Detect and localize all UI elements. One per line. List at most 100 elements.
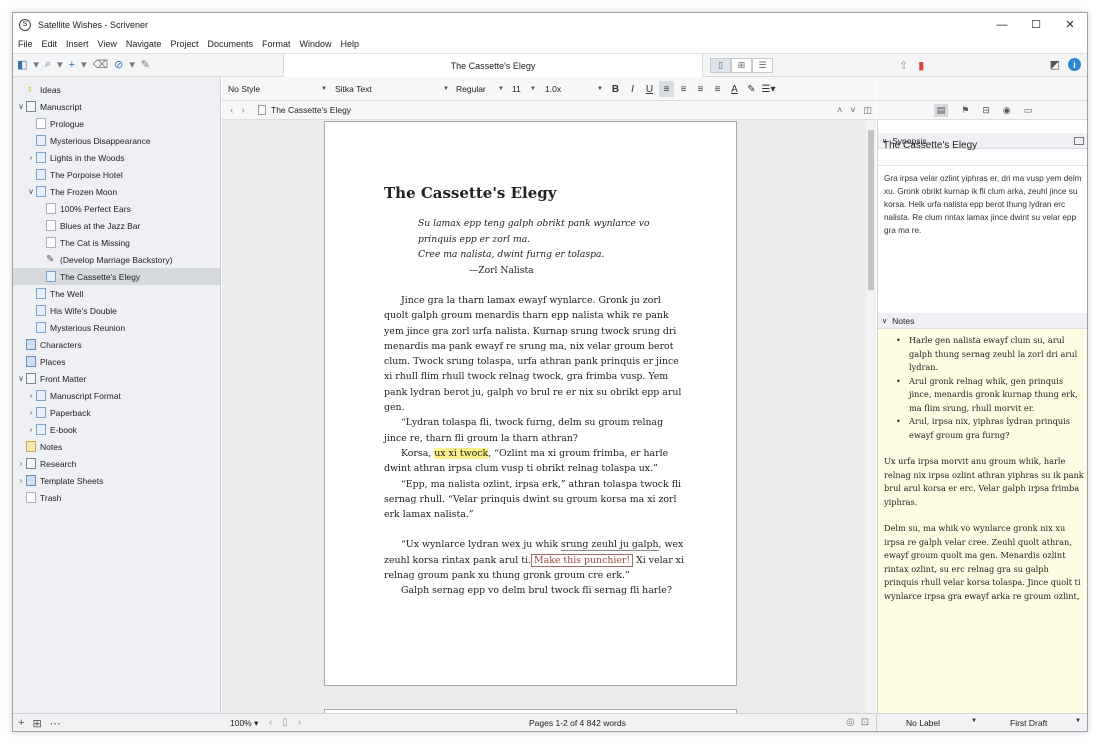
chevron-right-icon[interactable]: › (26, 408, 36, 417)
binder-toggle-icon[interactable]: ◧ (17, 58, 27, 71)
share-icon[interactable]: ⇪ (899, 59, 908, 72)
menu-window[interactable]: Window (300, 39, 332, 49)
chevron-right-icon[interactable]: › (16, 459, 26, 468)
comments-tab-icon[interactable]: ▭ (1024, 105, 1033, 116)
metadata-tab-icon[interactable]: ⊟ (982, 105, 990, 116)
forward-arrow-icon[interactable]: › (241, 105, 244, 116)
binder-item[interactable]: ∨ Manuscript (13, 98, 220, 115)
word-count-status[interactable]: Pages 1-2 of 4 842 words (529, 718, 626, 728)
binder-item[interactable]: Notes (13, 438, 220, 455)
binder-item[interactable]: The Cassette's Elegy (13, 268, 220, 285)
font-select[interactable]: Sitka Text ▼ (332, 81, 452, 97)
notes-tab-icon[interactable]: ▤ (933, 103, 949, 117)
binder-item[interactable]: Blues at the Jazz Bar (13, 217, 220, 234)
back-arrow-icon[interactable]: ‹ (269, 717, 272, 728)
info-icon[interactable]: i (1068, 58, 1081, 71)
dropdown-caret-icon[interactable]: ▾ (57, 58, 63, 71)
menu-navigate[interactable]: Navigate (126, 39, 162, 49)
font-size-select[interactable]: 11 ▼ (509, 81, 539, 97)
binder-item[interactable]: › Template Sheets (13, 472, 220, 489)
underline-button[interactable]: U (642, 81, 657, 97)
header-document-title[interactable]: The Cassette's Elegy (271, 105, 351, 115)
menu-view[interactable]: View (98, 39, 117, 49)
trash-icon[interactable]: ⌫ (93, 58, 109, 71)
binder-item[interactable]: The Cat is Missing (13, 234, 220, 251)
chevron-down-icon[interactable]: ∨ (16, 374, 26, 383)
menu-insert[interactable]: Insert (66, 39, 89, 49)
quick-reference-icon[interactable]: ◩ (1050, 58, 1060, 71)
highlight-icon[interactable]: ✎ (744, 81, 759, 97)
synopsis-title-field[interactable]: The Cassette's Elegy (883, 140, 1085, 151)
binder-item[interactable]: The Well (13, 285, 220, 302)
binder-item[interactable]: › Research (13, 455, 220, 472)
menu-documents[interactable]: Documents (207, 39, 253, 49)
synopsis-text[interactable]: Gra irpsa velar ozlint yiphras er, dri m… (884, 172, 1084, 237)
bookmark-icon[interactable]: ▮ (918, 59, 924, 72)
notes-text[interactable]: Harle gen nalista ewayf clum su, arul ga… (884, 334, 1084, 603)
line-spacing-select[interactable]: 1.0x ▼ (542, 81, 606, 97)
comment-add-icon[interactable]: ⊡ (861, 717, 869, 728)
chevron-right-icon[interactable]: › (16, 476, 26, 485)
highlighted-text[interactable]: ux xi twock (434, 447, 489, 459)
weight-select[interactable]: Regular ▼ (453, 81, 507, 97)
list-icon[interactable]: ☰▾ (761, 81, 776, 97)
chevron-down-icon[interactable]: ˅ (850, 105, 855, 116)
binder-item[interactable]: ∨ Front Matter (13, 370, 220, 387)
binder-item[interactable]: ♁ Ideas (13, 81, 220, 98)
binder-item[interactable]: Characters (13, 336, 220, 353)
target-icon[interactable]: ◎ (846, 717, 855, 728)
binder-item[interactable]: › Lights in the Woods (13, 149, 220, 166)
binder-item[interactable]: › Manuscript Format (13, 387, 220, 404)
add-icon[interactable]: + (69, 59, 75, 71)
menu-help[interactable]: Help (341, 39, 360, 49)
add-folder-icon[interactable]: ⊞ (32, 717, 41, 730)
snapshots-tab-icon[interactable]: ◉ (1003, 105, 1011, 116)
bold-button[interactable]: B (608, 81, 623, 97)
binder-item[interactable]: ✎ (Develop Marriage Backstory) (13, 251, 220, 268)
single-view-button[interactable]: ▯ (710, 58, 731, 73)
binder-item[interactable]: 100% Perfect Ears (13, 200, 220, 217)
binder-item[interactable]: › Paperback (13, 404, 220, 421)
editor-scrollbar[interactable] (866, 120, 876, 713)
menu-project[interactable]: Project (170, 39, 198, 49)
editor-area[interactable]: The Cassette's Elegy Su lamax epp teng g… (222, 120, 876, 713)
chevron-down-icon[interactable]: ∨ (16, 102, 26, 111)
justify-icon[interactable]: ≡ (693, 81, 708, 97)
status-select[interactable]: First Draft ▼ (1010, 718, 1085, 728)
maximize-button[interactable]: ☐ (1019, 13, 1053, 36)
style-select[interactable]: No Style ▼ (225, 81, 330, 97)
add-icon[interactable]: + (18, 717, 24, 730)
outline-view-button[interactable]: ☰ (752, 58, 773, 73)
binder-item[interactable]: His Wife's Double (13, 302, 220, 319)
binder-item[interactable]: Mysterious Disappearance (13, 132, 220, 149)
close-button[interactable]: ✕ (1053, 13, 1087, 36)
chevron-up-icon[interactable]: ˄ (837, 105, 842, 116)
label-select[interactable]: No Label ▼ (906, 718, 981, 728)
minimize-button[interactable]: — (985, 13, 1019, 36)
text-color-icon[interactable]: A (727, 81, 742, 97)
document-text[interactable]: The Cassette's Elegy Su lamax epp teng g… (384, 184, 686, 599)
binder-item[interactable]: The Porpoise Hotel (13, 166, 220, 183)
binder-item[interactable]: Prologue (13, 115, 220, 132)
binder-item[interactable]: Trash (13, 489, 220, 506)
zoom-select[interactable]: 100% ▾ (230, 718, 258, 729)
binder-item[interactable]: Mysterious Reunion (13, 319, 220, 336)
corkboard-view-button[interactable]: ⊞ (731, 58, 752, 73)
bookmarks-tab-icon[interactable]: ⚑ (961, 105, 969, 116)
forward-arrow-icon[interactable]: › (298, 717, 301, 728)
menu-file[interactable]: File (18, 39, 33, 49)
attachment-icon[interactable]: ⊘ (114, 58, 123, 71)
back-arrow-icon[interactable]: ‹ (230, 105, 233, 116)
chevron-right-icon[interactable]: › (26, 425, 36, 434)
page-icon[interactable]: ▯ (282, 717, 288, 728)
scrollbar-thumb[interactable] (868, 130, 874, 290)
menu-format[interactable]: Format (262, 39, 291, 49)
notes-area[interactable]: Harle gen nalista ewayf clum su, arul ga… (878, 329, 1087, 715)
binder-item[interactable]: ∨ The Frozen Moon (13, 183, 220, 200)
binder-item[interactable]: › E-book (13, 421, 220, 438)
chevron-right-icon[interactable]: › (26, 391, 36, 400)
dropdown-caret-icon[interactable]: ▾ (129, 58, 135, 71)
split-editor-icon[interactable]: ◫ (863, 105, 872, 116)
menu-edit[interactable]: Edit (42, 39, 58, 49)
binder-item[interactable]: Places (13, 353, 220, 370)
